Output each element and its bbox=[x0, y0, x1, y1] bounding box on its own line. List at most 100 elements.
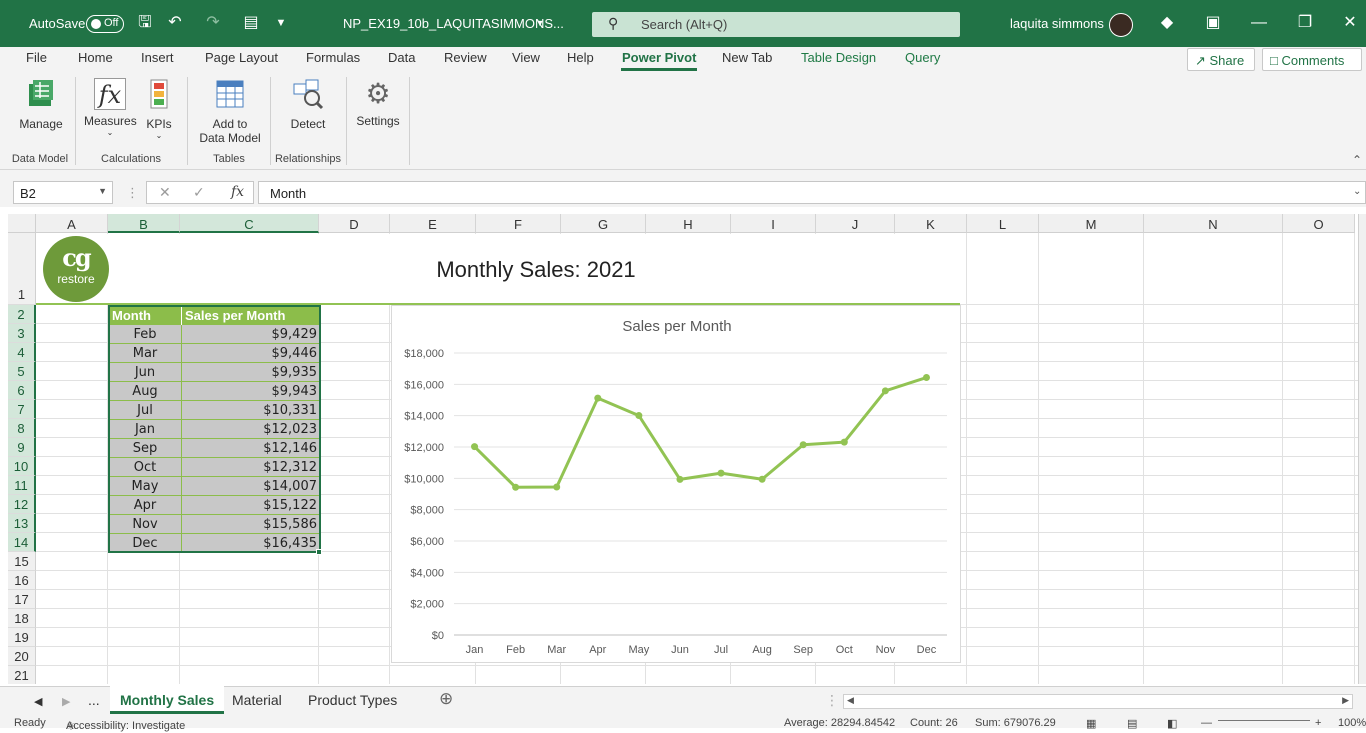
sheet-tab-monthly-sales[interactable]: Monthly Sales bbox=[110, 686, 225, 714]
row-header-14[interactable]: 14 bbox=[8, 533, 36, 552]
name-box[interactable]: B2 ▼ bbox=[13, 181, 113, 204]
splitter-icon[interactable]: ⋮ bbox=[825, 692, 839, 709]
column-header-h[interactable]: H bbox=[646, 214, 731, 233]
column-header-k[interactable]: K bbox=[895, 214, 967, 233]
tab-review[interactable]: Review bbox=[443, 50, 488, 65]
row-header-7[interactable]: 7 bbox=[8, 400, 36, 419]
series-line-sales[interactable] bbox=[473, 376, 927, 489]
column-header-d[interactable]: D bbox=[319, 214, 390, 233]
row-header-18[interactable]: 18 bbox=[8, 609, 36, 628]
row-header-5[interactable]: 5 bbox=[8, 362, 36, 381]
row-header-3[interactable]: 3 bbox=[8, 324, 36, 343]
column-header-l[interactable]: L bbox=[967, 214, 1039, 233]
data-point-dec[interactable] bbox=[922, 374, 930, 382]
ribbon-display-icon[interactable]: ▣ bbox=[1203, 13, 1223, 33]
measures-button[interactable]: fx Measures ⌄ bbox=[84, 78, 137, 137]
select-all-corner[interactable] bbox=[8, 214, 36, 233]
zoom-out-icon[interactable]: — bbox=[1201, 717, 1212, 729]
row-header-2[interactable]: 2 bbox=[8, 305, 36, 324]
enter-icon[interactable]: ✓ bbox=[193, 184, 205, 201]
tab-file[interactable]: File bbox=[25, 50, 48, 65]
row-header-1[interactable]: 1 bbox=[8, 233, 36, 305]
column-header-j[interactable]: J bbox=[816, 214, 895, 233]
tab-page-layout[interactable]: Page Layout bbox=[204, 50, 279, 65]
data-point-oct[interactable] bbox=[840, 438, 848, 446]
row-header-19[interactable]: 19 bbox=[8, 628, 36, 647]
column-header-i[interactable]: I bbox=[731, 214, 816, 233]
insert-function-icon[interactable]: fx bbox=[231, 184, 244, 200]
column-header-o[interactable]: O bbox=[1283, 214, 1355, 233]
row-header-15[interactable]: 15 bbox=[8, 552, 36, 571]
row-header-9[interactable]: 9 bbox=[8, 438, 36, 457]
scroll-left-arrow-icon[interactable]: ◀ bbox=[847, 695, 854, 706]
scroll-left-icon[interactable]: ◀ bbox=[34, 695, 42, 708]
row-header-20[interactable]: 20 bbox=[8, 647, 36, 666]
zoom-level[interactable]: 100% bbox=[1338, 717, 1366, 729]
tab-help[interactable]: Help bbox=[566, 50, 595, 65]
tab-formulas[interactable]: Formulas bbox=[305, 50, 361, 65]
manage-button[interactable]: Manage bbox=[18, 78, 64, 131]
row-header-13[interactable]: 13 bbox=[8, 514, 36, 533]
save-icon[interactable]: 🖫 bbox=[135, 13, 155, 33]
data-point-feb[interactable] bbox=[512, 483, 520, 491]
comments-button[interactable]: □ Comments bbox=[1262, 48, 1362, 71]
collapse-ribbon-icon[interactable]: ⌃ bbox=[1352, 153, 1362, 167]
add-sheet-icon[interactable]: ⊕ bbox=[439, 689, 453, 709]
tab-insert[interactable]: Insert bbox=[140, 50, 175, 65]
tab-new-tab[interactable]: New Tab bbox=[721, 50, 773, 65]
data-point-jul[interactable] bbox=[717, 469, 725, 477]
zoom-slider[interactable] bbox=[1218, 720, 1310, 721]
column-header-g[interactable]: G bbox=[561, 214, 646, 233]
tab-power-pivot[interactable]: Power Pivot bbox=[621, 50, 698, 71]
column-header-f[interactable]: F bbox=[476, 214, 561, 233]
form-icon[interactable]: ▤ bbox=[241, 13, 261, 33]
column-header-m[interactable]: M bbox=[1039, 214, 1144, 233]
expand-formula-icon[interactable]: ⌄ bbox=[1353, 186, 1361, 197]
sheet-tab-product-types[interactable]: Product Types bbox=[308, 692, 397, 708]
row-header-11[interactable]: 11 bbox=[8, 476, 36, 495]
sheet-tab-material[interactable]: Material bbox=[232, 692, 282, 708]
worksheet-grid[interactable]: ABCDEFGHIJKLMNO 1 2 3 4 5 6 7 8 9 10 11 12 13 14 15 16 1… bbox=[8, 214, 1358, 684]
row-header-17[interactable]: 17 bbox=[8, 590, 36, 609]
close-icon[interactable]: ✕ bbox=[1340, 13, 1360, 33]
row-header-10[interactable]: 10 bbox=[8, 457, 36, 476]
column-header-e[interactable]: E bbox=[390, 214, 476, 233]
chevron-down-icon[interactable]: ▼ bbox=[98, 186, 107, 196]
data-point-mar[interactable] bbox=[553, 483, 561, 491]
vertical-scrollbar[interactable] bbox=[1358, 214, 1366, 684]
settings-button[interactable]: ⚙ Settings bbox=[356, 78, 400, 128]
filename-chevron-icon[interactable]: ▼ bbox=[530, 13, 550, 33]
row-header-4[interactable]: 4 bbox=[8, 343, 36, 362]
column-header-n[interactable]: N bbox=[1144, 214, 1283, 233]
redo-icon[interactable]: ↷ bbox=[203, 13, 223, 33]
detect-button[interactable]: Detect bbox=[288, 78, 328, 131]
column-header-c[interactable]: C bbox=[180, 214, 319, 233]
line-chart[interactable]: Sales per Month $0 $2,000 $4,000 $6,000 $8,0… bbox=[391, 305, 961, 663]
row-header-6[interactable]: 6 bbox=[8, 381, 36, 400]
more-options-icon[interactable]: ⋮ bbox=[126, 185, 139, 201]
kpis-button[interactable]: KPIs ⌄ bbox=[146, 78, 172, 140]
user-name[interactable]: laquita simmons bbox=[1010, 16, 1104, 31]
data-point-apr[interactable] bbox=[594, 394, 602, 402]
undo-icon[interactable]: ↶ bbox=[165, 13, 185, 33]
column-header-b[interactable]: B bbox=[108, 214, 180, 233]
restore-icon[interactable]: ❐ bbox=[1295, 13, 1315, 33]
tab-query[interactable]: Query bbox=[904, 50, 941, 65]
avatar[interactable] bbox=[1109, 13, 1133, 37]
row-header-8[interactable]: 8 bbox=[8, 419, 36, 438]
tab-data[interactable]: Data bbox=[387, 50, 416, 65]
share-button[interactable]: ↗ Share bbox=[1187, 48, 1255, 71]
add-to-data-model-button[interactable]: Add to Data Model bbox=[196, 78, 264, 145]
scroll-right-icon[interactable]: ▶ bbox=[62, 695, 70, 708]
tab-table-design[interactable]: Table Design bbox=[800, 50, 877, 65]
zoom-in-icon[interactable]: + bbox=[1315, 717, 1321, 729]
data-point-jun[interactable] bbox=[676, 475, 684, 483]
row-header-21[interactable]: 21 bbox=[8, 666, 36, 684]
page-break-view-icon[interactable]: ◧ bbox=[1167, 717, 1177, 730]
data-point-jan[interactable] bbox=[471, 443, 479, 451]
data-point-aug[interactable] bbox=[758, 475, 766, 483]
row-header-16[interactable]: 16 bbox=[8, 571, 36, 590]
tab-home[interactable]: Home bbox=[77, 50, 114, 65]
page-layout-view-icon[interactable]: ▤ bbox=[1127, 717, 1137, 730]
search-box[interactable]: ⚲ Search (Alt+Q) bbox=[592, 12, 960, 37]
